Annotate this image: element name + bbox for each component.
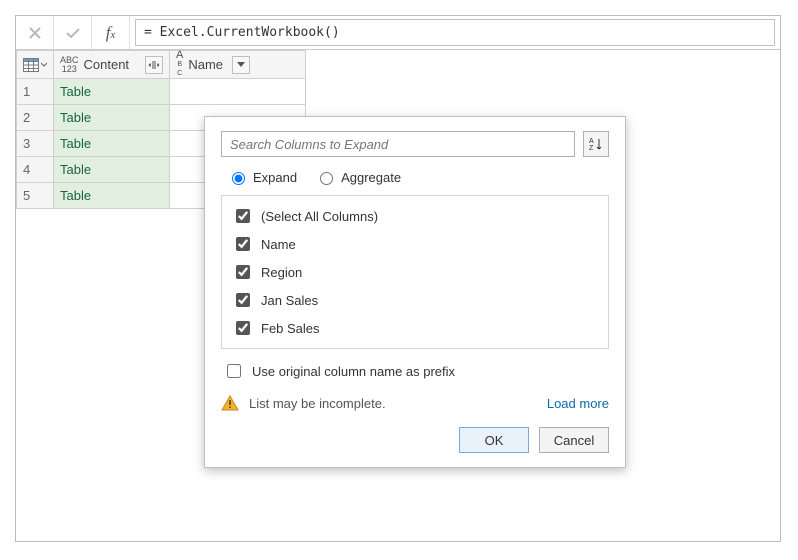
- expand-icon: [148, 60, 160, 70]
- checkbox-select-all[interactable]: (Select All Columns): [222, 202, 608, 230]
- expand-column-popup: A Z Expand Aggregate: [204, 116, 626, 468]
- row-index: 4: [17, 157, 54, 183]
- dialog-button-row: OK Cancel: [221, 427, 609, 453]
- formula-cancel-button[interactable]: [16, 16, 54, 49]
- column-label: Content: [84, 57, 130, 72]
- checkbox-label: Name: [261, 237, 296, 252]
- svg-text:Z: Z: [589, 145, 594, 151]
- fx-icon: fx: [106, 23, 116, 43]
- checkbox-input[interactable]: [236, 293, 250, 307]
- chevron-down-icon: [41, 62, 47, 68]
- x-icon: [28, 26, 42, 40]
- load-more-link[interactable]: Load more: [547, 396, 609, 411]
- row-index: 1: [17, 79, 54, 105]
- cell-content[interactable]: Table: [54, 79, 170, 105]
- checkbox-select-all-input[interactable]: [236, 209, 250, 223]
- any-type-icon: ABC123: [60, 56, 79, 74]
- row-index: 2: [17, 105, 54, 131]
- formula-commit-button[interactable]: [54, 16, 92, 49]
- radio-aggregate-input[interactable]: [320, 172, 333, 185]
- warning-text: List may be incomplete.: [249, 396, 537, 411]
- row-index: 5: [17, 183, 54, 209]
- checkbox-column[interactable]: Jan Sales: [222, 286, 608, 314]
- cell-name[interactable]: [170, 79, 306, 105]
- checkbox-input[interactable]: [236, 265, 250, 279]
- check-icon: [65, 26, 81, 40]
- radio-expand-label: Expand: [253, 170, 297, 185]
- cancel-button[interactable]: Cancel: [539, 427, 609, 453]
- formula-input[interactable]: = Excel.CurrentWorkbook(): [135, 19, 775, 46]
- checkbox-label: Jan Sales: [261, 293, 318, 308]
- columns-checkbox-list: (Select All Columns) Name Region Jan Sal…: [221, 195, 609, 349]
- incomplete-warning: List may be incomplete. Load more: [221, 395, 609, 411]
- data-grid-area: ABC123 Content: [16, 50, 780, 541]
- column-label: Name: [188, 57, 223, 72]
- radio-expand[interactable]: Expand: [227, 169, 297, 185]
- fx-button[interactable]: fx: [92, 16, 130, 49]
- cell-content[interactable]: Table: [54, 105, 170, 131]
- checkbox-label: Region: [261, 265, 302, 280]
- cell-content[interactable]: Table: [54, 131, 170, 157]
- warning-icon: [221, 395, 239, 411]
- column-header-name[interactable]: ABC Name: [170, 51, 306, 79]
- ok-button[interactable]: OK: [459, 427, 529, 453]
- row-index: 3: [17, 131, 54, 157]
- formula-bar: fx = Excel.CurrentWorkbook(): [16, 16, 780, 50]
- table-corner[interactable]: [17, 51, 54, 79]
- chevron-down-icon: [237, 62, 245, 68]
- checkbox-label: Use original column name as prefix: [252, 364, 455, 379]
- sort-columns-button[interactable]: A Z: [583, 131, 609, 157]
- svg-text:A: A: [589, 138, 594, 145]
- radio-aggregate-label: Aggregate: [341, 170, 401, 185]
- column-filter-button[interactable]: [232, 56, 250, 74]
- table-row[interactable]: 1 Table: [17, 79, 306, 105]
- sort-az-icon: A Z: [589, 137, 603, 151]
- mode-radio-group: Expand Aggregate: [227, 169, 609, 185]
- checkbox-use-prefix-input[interactable]: [227, 364, 241, 378]
- column-header-content[interactable]: ABC123 Content: [54, 51, 170, 79]
- search-columns-input[interactable]: [221, 131, 575, 157]
- checkbox-label: Feb Sales: [261, 321, 320, 336]
- table-icon: [23, 58, 39, 72]
- checkbox-column[interactable]: Region: [222, 258, 608, 286]
- expand-column-button[interactable]: [145, 56, 163, 74]
- query-editor-window: fx = Excel.CurrentWorkbook(): [15, 15, 781, 542]
- checkbox-input[interactable]: [236, 321, 250, 335]
- checkbox-input[interactable]: [236, 237, 250, 251]
- cell-content[interactable]: Table: [54, 157, 170, 183]
- radio-expand-input[interactable]: [232, 172, 245, 185]
- checkbox-use-prefix[interactable]: Use original column name as prefix: [223, 361, 609, 381]
- radio-aggregate[interactable]: Aggregate: [315, 169, 401, 185]
- cell-content[interactable]: Table: [54, 183, 170, 209]
- checkbox-column[interactable]: Name: [222, 230, 608, 258]
- checkbox-label: (Select All Columns): [261, 209, 378, 224]
- text-type-icon: ABC: [176, 51, 183, 78]
- checkbox-column[interactable]: Feb Sales: [222, 314, 608, 342]
